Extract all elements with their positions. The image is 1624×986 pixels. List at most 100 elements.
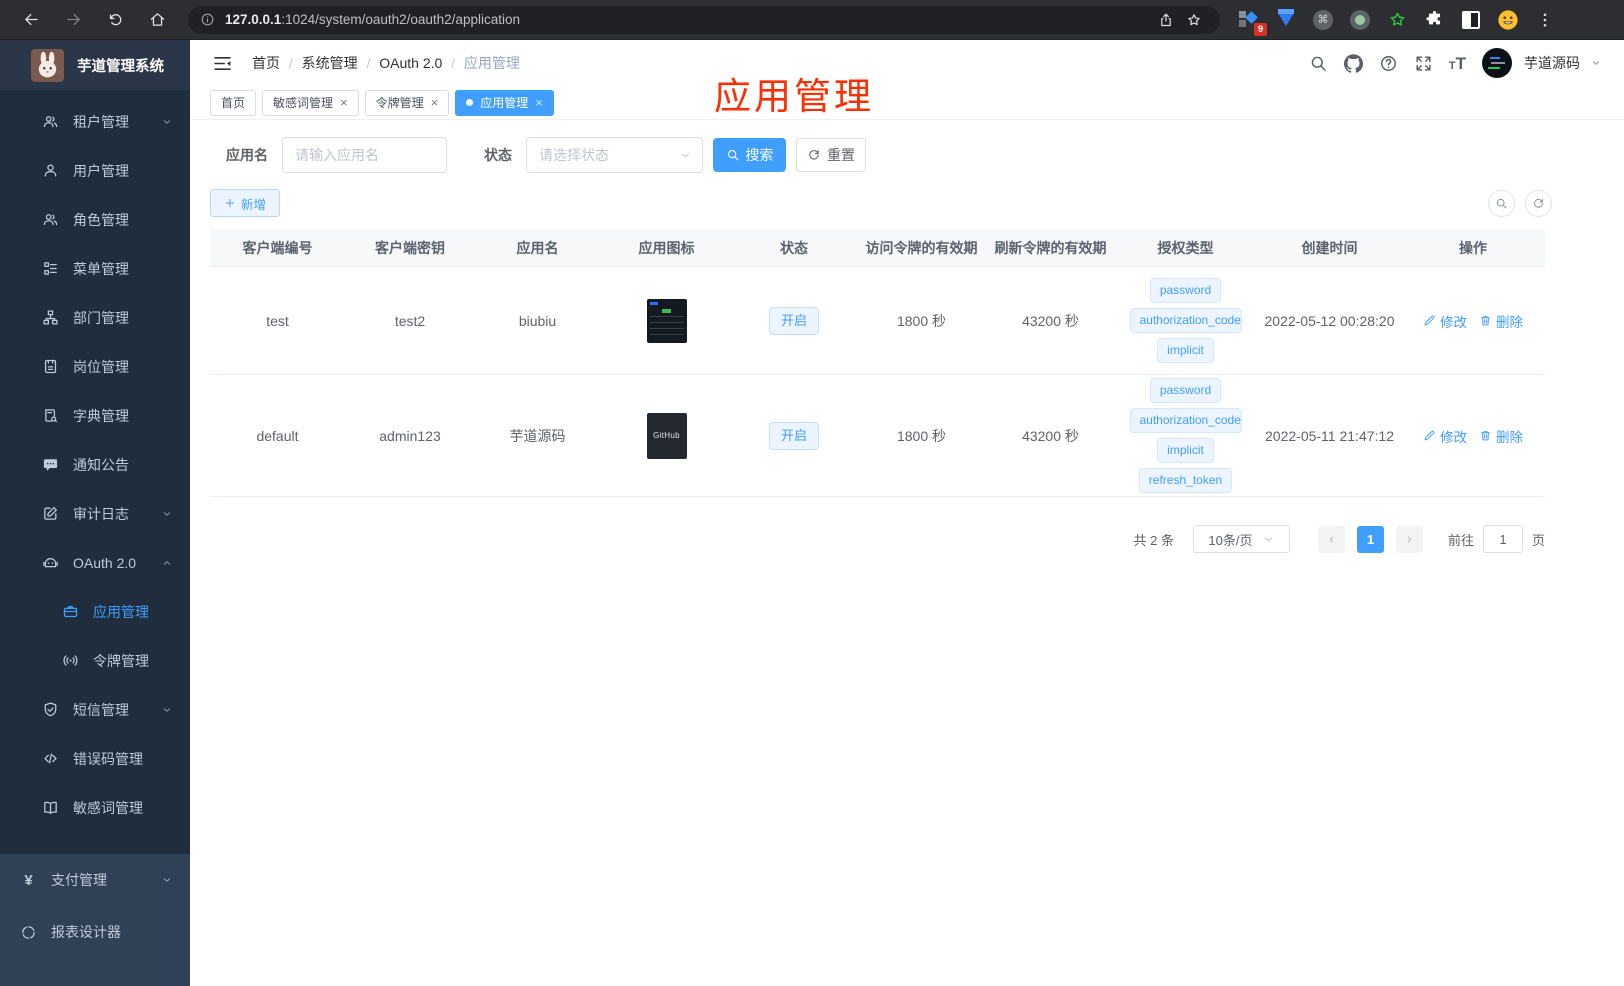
search-icon[interactable] (1309, 54, 1328, 73)
status-select[interactable]: 请选择状态 (526, 137, 703, 173)
sidebar-item-post-mgmt[interactable]: 岗位管理 (0, 342, 190, 391)
column-header: 客户端密钥 (375, 239, 445, 256)
site-info-icon[interactable] (200, 12, 215, 27)
extension-star-icon[interactable] (1386, 9, 1408, 31)
sidebar-item-tenant-mgmt[interactable]: 租户管理 (0, 97, 190, 146)
sidebar-item-notice[interactable]: 通知公告 (0, 440, 190, 489)
app-name-input[interactable] (282, 137, 447, 173)
cell-operations: 修改 删除 (1401, 375, 1545, 496)
sidebar-item-sms-mgmt[interactable]: 短信管理 (0, 685, 190, 734)
sidebar-item-oauth2[interactable]: OAuth 2.0 (0, 538, 190, 587)
help-icon[interactable] (1379, 54, 1398, 73)
cell-grant-types: password authorization_code implicit ref… (1113, 375, 1258, 496)
sidebar-item-label: 令牌管理 (93, 652, 149, 669)
sidebar-item-dict-mgmt[interactable]: 字典管理 (0, 391, 190, 440)
next-page-button[interactable] (1395, 525, 1423, 553)
cell-secret: admin123 (379, 427, 441, 444)
cell-access-ttl: 1800 秒 (896, 427, 947, 444)
delete-link[interactable]: 删除 (1479, 426, 1523, 446)
sidebar-item-pay-mgmt[interactable]: ¥ 支付管理 (0, 854, 190, 906)
breadcrumb-item-system[interactable]: 系统管理 (302, 53, 358, 73)
share-icon[interactable] (1152, 6, 1180, 34)
delete-link[interactable]: 删除 (1479, 311, 1523, 331)
browser-profile-avatar[interactable] (1497, 9, 1519, 31)
chevron-down-icon[interactable] (1590, 57, 1602, 69)
search-button-label: 搜索 (745, 147, 774, 163)
breadcrumb-item-home[interactable]: 首页 (252, 53, 280, 73)
sidebar-item-label: 支付管理 (51, 872, 107, 888)
briefcase-icon (62, 603, 79, 620)
goto-page-input[interactable] (1482, 525, 1523, 553)
sidebar-item-app-mgmt[interactable]: 应用管理 (0, 587, 190, 636)
extension-record-icon[interactable] (1349, 9, 1371, 31)
sidebar-collapse-icon[interactable] (212, 53, 233, 74)
sidebar-item-dept-mgmt[interactable]: 部门管理 (0, 293, 190, 342)
extensions-puzzle-icon[interactable] (1423, 9, 1445, 31)
filter-form: 应用名 状态 请选择状态 搜索 重置 (210, 137, 1552, 173)
tab-home[interactable]: 首页 (210, 89, 257, 116)
address-bar[interactable]: 127.0.0.1:1024/system/oauth2/oauth2/appl… (188, 5, 1220, 34)
browser-back-button[interactable] (16, 5, 46, 35)
ring-chart-icon (20, 924, 37, 941)
fullscreen-icon[interactable] (1414, 54, 1433, 73)
tab-sensitive-words[interactable]: 敏感词管理 × (262, 89, 359, 116)
bookmark-star-icon[interactable] (1180, 6, 1208, 34)
username[interactable]: 芋道源码 (1524, 53, 1580, 73)
add-button-label: 新增 (241, 197, 267, 212)
browser-reload-button[interactable] (100, 5, 130, 35)
signal-icon (62, 652, 79, 669)
current-page-button[interactable]: 1 (1356, 525, 1384, 553)
edit-link[interactable]: 修改 (1423, 311, 1467, 331)
sidebar-item-role-mgmt[interactable]: 角色管理 (0, 195, 190, 244)
breadcrumb: 首页 / 系统管理 / OAuth 2.0 / 应用管理 (252, 53, 520, 73)
tab-token-mgmt[interactable]: 令牌管理 × (364, 89, 450, 116)
sidebar-item-user-mgmt[interactable]: 用户管理 (0, 146, 190, 195)
browser-menu-icon[interactable] (1534, 9, 1556, 31)
close-icon[interactable]: × (340, 96, 348, 109)
tab-label: 首页 (221, 96, 246, 110)
sidebar-item-label: 字典管理 (73, 407, 129, 424)
sidebar-item-sensitive-words[interactable]: 敏感词管理 (0, 783, 190, 832)
extension-grid-icon[interactable]: 9 (1238, 9, 1267, 36)
user-avatar[interactable] (1482, 48, 1512, 78)
app-logo-row[interactable]: 芋道管理系统 (0, 40, 190, 90)
browser-home-button[interactable] (142, 5, 172, 35)
close-icon[interactable]: × (535, 96, 543, 109)
badge-icon (42, 358, 59, 375)
page-size-select[interactable]: 10条/页 (1192, 525, 1290, 553)
toggle-search-button[interactable] (1488, 189, 1515, 217)
pagination: 共 2 条 10条/页 1 前往 页 (210, 525, 1545, 553)
chevron-down-icon (679, 149, 692, 162)
reset-button[interactable]: 重置 (796, 138, 866, 172)
yen-icon: ¥ (24, 871, 33, 889)
sidebar: 芋道管理系统 租户管理 用户管理 角色管理 菜单管理 部门管理 岗位管理 字典管… (0, 40, 190, 986)
sidebar-item-errcode-mgmt[interactable]: 错误码管理 (0, 734, 190, 783)
status-select-placeholder: 请选择状态 (539, 147, 609, 163)
github-icon[interactable] (1344, 54, 1363, 73)
sidebar-item-menu-mgmt[interactable]: 菜单管理 (0, 244, 190, 293)
breadcrumb-item-oauth[interactable]: OAuth 2.0 (379, 55, 442, 71)
sidebar-item-label: 岗位管理 (73, 358, 129, 375)
sidebar-toggle-icon[interactable] (1460, 9, 1482, 31)
grant-type-tag: authorization_code (1129, 308, 1242, 333)
sidebar-item-audit-log[interactable]: 审计日志 (0, 489, 190, 538)
edit-link[interactable]: 修改 (1423, 426, 1467, 446)
tab-app-mgmt[interactable]: 应用管理 × (455, 89, 554, 116)
cell-status: 开启 (733, 267, 855, 374)
extension-gem-icon[interactable] (1275, 9, 1297, 31)
sidebar-item-label: 用户管理 (73, 162, 129, 179)
font-size-icon[interactable]: TT (1449, 55, 1466, 72)
sidebar-submenu-block: 租户管理 用户管理 角色管理 菜单管理 部门管理 岗位管理 字典管理 通知公告 … (0, 90, 190, 854)
extension-command-icon[interactable]: ⌘ (1312, 9, 1334, 31)
tab-label: 应用管理 (480, 96, 529, 110)
close-icon[interactable]: × (431, 96, 439, 109)
browser-forward-button[interactable] (58, 5, 88, 35)
add-button[interactable]: 新增 (210, 189, 281, 217)
users-icon (42, 211, 59, 228)
sidebar-item-report-designer[interactable]: 报表设计器 (0, 906, 190, 958)
search-button[interactable]: 搜索 (713, 138, 786, 172)
prev-page-button[interactable] (1317, 525, 1345, 553)
refresh-table-button[interactable] (1525, 189, 1552, 217)
column-header: 应用名 (516, 239, 559, 256)
sidebar-item-token-mgmt[interactable]: 令牌管理 (0, 636, 190, 685)
